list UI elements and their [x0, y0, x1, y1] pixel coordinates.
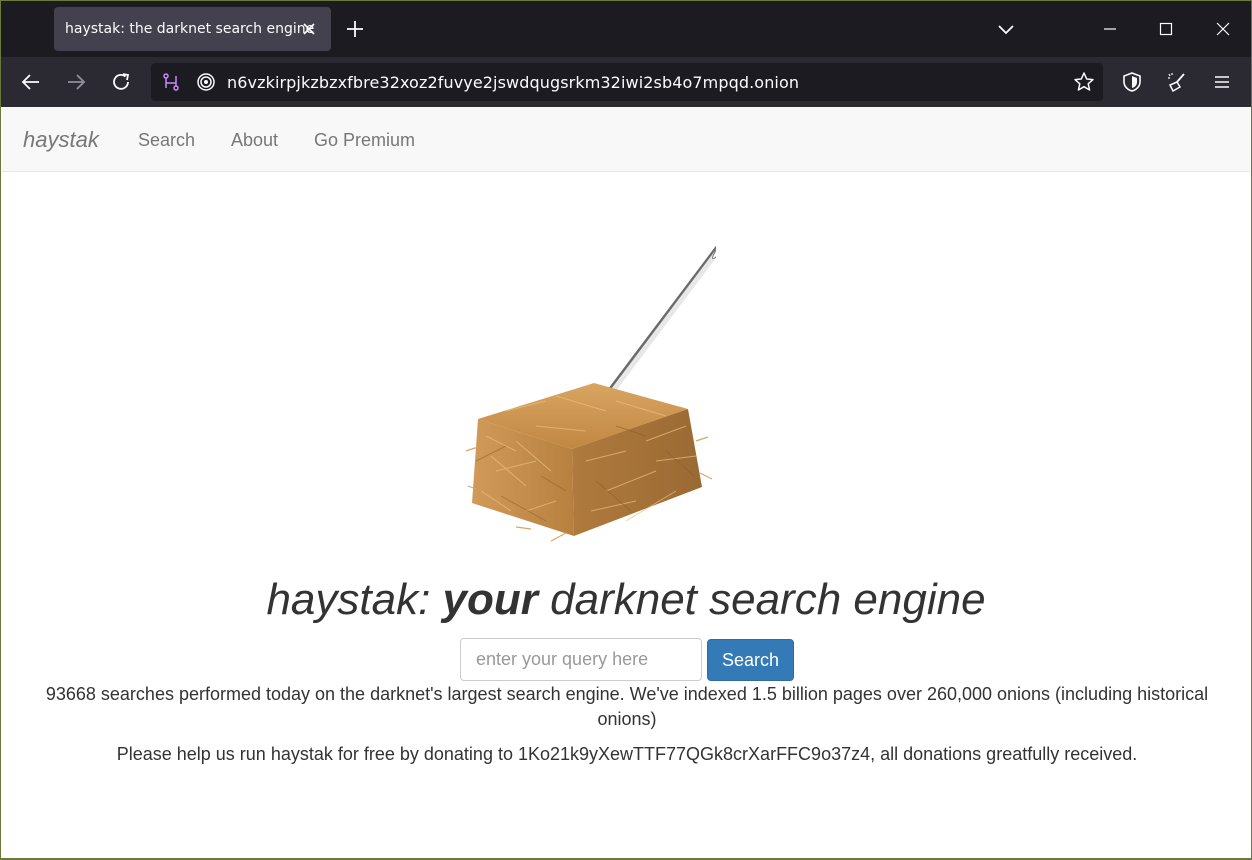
nav-link-search[interactable]: Search [138, 130, 195, 151]
nav-link-about[interactable]: About [231, 130, 278, 151]
reload-button[interactable] [108, 69, 134, 95]
search-input[interactable] [460, 638, 702, 681]
stats-text: 93668 searches performed today on the da… [45, 684, 1209, 729]
headline-prefix: haystak: [266, 575, 443, 624]
site-navbar: haystak Search About Go Premium [2, 107, 1250, 172]
nav-toolbar: n6vzkirpjkzbzxfbre32xoz2fuvye2jswdqugsrk… [1, 57, 1251, 107]
bookmark-star-icon[interactable] [1073, 71, 1095, 93]
chevron-down-icon[interactable] [994, 17, 1018, 41]
page-headline: haystak: your darknet search engine [1, 575, 1251, 625]
tab-strip: haystak: the darknet search engine [1, 1, 1251, 57]
tab-active[interactable]: haystak: the darknet search engine [54, 7, 331, 51]
close-icon[interactable] [299, 19, 319, 39]
shield-icon [1123, 72, 1141, 92]
forward-button[interactable] [63, 69, 89, 95]
back-button[interactable] [18, 69, 44, 95]
address-bar[interactable]: n6vzkirpjkzbzxfbre32xoz2fuvye2jswdqugsrk… [151, 63, 1103, 101]
browser-window: haystak: the darknet search engine n6vzk… [1, 1, 1251, 858]
nav-link-go-premium[interactable]: Go Premium [314, 130, 415, 151]
haystack-needle-logo [465, 222, 716, 542]
onion-circuit-icon[interactable] [161, 72, 181, 92]
brand-link[interactable]: haystak [23, 127, 99, 153]
back-icon [21, 74, 39, 90]
tab-title: haystak: the darknet search engine [65, 21, 315, 37]
search-button[interactable]: Search [707, 639, 794, 681]
plus-icon[interactable] [343, 17, 367, 41]
url-text: n6vzkirpjkzbzxfbre32xoz2fuvye2jswdqugsrk… [227, 73, 800, 92]
reload-icon [113, 73, 130, 90]
minimize-icon[interactable] [1098, 17, 1122, 41]
broom-icon [1168, 73, 1185, 93]
headline-emphasis: your [442, 575, 538, 624]
maximize-icon[interactable] [1154, 17, 1178, 41]
menu-icon [1215, 76, 1229, 88]
headline-suffix: darknet search engine [537, 575, 986, 624]
app-menu-button[interactable] [1209, 69, 1235, 95]
forward-icon [68, 74, 86, 90]
shield-button[interactable] [1119, 69, 1145, 95]
donation-text: Please help us run haystak for free by d… [116, 744, 1138, 764]
window-close-icon[interactable] [1211, 17, 1235, 41]
onion-site-icon[interactable] [196, 72, 216, 92]
new-identity-button[interactable] [1164, 69, 1190, 95]
